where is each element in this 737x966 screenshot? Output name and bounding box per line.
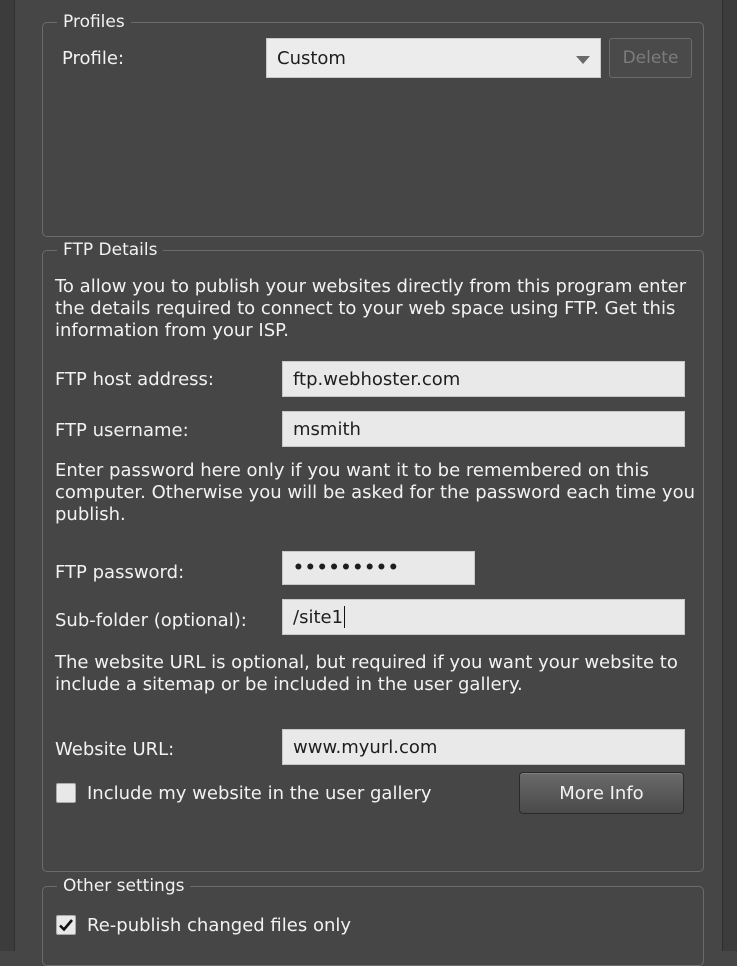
- website-url-label: Website URL:: [55, 739, 175, 760]
- left-panel-edge: [0, 0, 15, 951]
- subfolder-input[interactable]: /site1: [282, 599, 685, 635]
- delete-button[interactable]: Delete: [609, 38, 692, 78]
- profile-label: Profile:: [62, 48, 125, 69]
- subfolder-value: /site1: [293, 606, 344, 628]
- profile-select-value: Custom: [277, 47, 346, 69]
- gallery-checkbox[interactable]: [56, 783, 76, 803]
- subfolder-label: Sub-folder (optional):: [55, 610, 247, 631]
- website-url-input[interactable]: www.myurl.com: [282, 729, 685, 765]
- gallery-checkbox-label[interactable]: Include my website in the user gallery: [87, 783, 432, 804]
- republish-checkbox[interactable]: [56, 915, 76, 935]
- more-info-button[interactable]: More Info: [519, 772, 684, 814]
- other-settings-legend: Other settings: [57, 875, 191, 897]
- ftp-host-input[interactable]: ftp.webhoster.com: [282, 361, 685, 397]
- ftp-password-input[interactable]: •••••••••: [282, 551, 475, 585]
- ftp-intro-text: To allow you to publish your websites di…: [55, 276, 687, 341]
- url-note-text: The website URL is optional, but require…: [55, 652, 678, 695]
- republish-checkbox-label[interactable]: Re-publish changed files only: [87, 915, 351, 936]
- ftp-host-label: FTP host address:: [55, 369, 214, 390]
- ftp-username-input[interactable]: msmith: [282, 411, 685, 447]
- profile-select[interactable]: Custom: [266, 38, 601, 78]
- dropdown-arrow-icon[interactable]: [576, 56, 590, 64]
- text-cursor: [344, 606, 346, 628]
- profiles-legend: Profiles: [57, 11, 131, 33]
- ftp-username-label: FTP username:: [55, 420, 189, 441]
- right-scrollbar-edge[interactable]: [722, 0, 737, 951]
- ftp-details-legend: FTP Details: [57, 239, 164, 261]
- ftp-password-label: FTP password:: [55, 562, 185, 583]
- checkmark-icon: [59, 919, 73, 932]
- password-note-text: Enter password here only if you want it …: [55, 460, 695, 525]
